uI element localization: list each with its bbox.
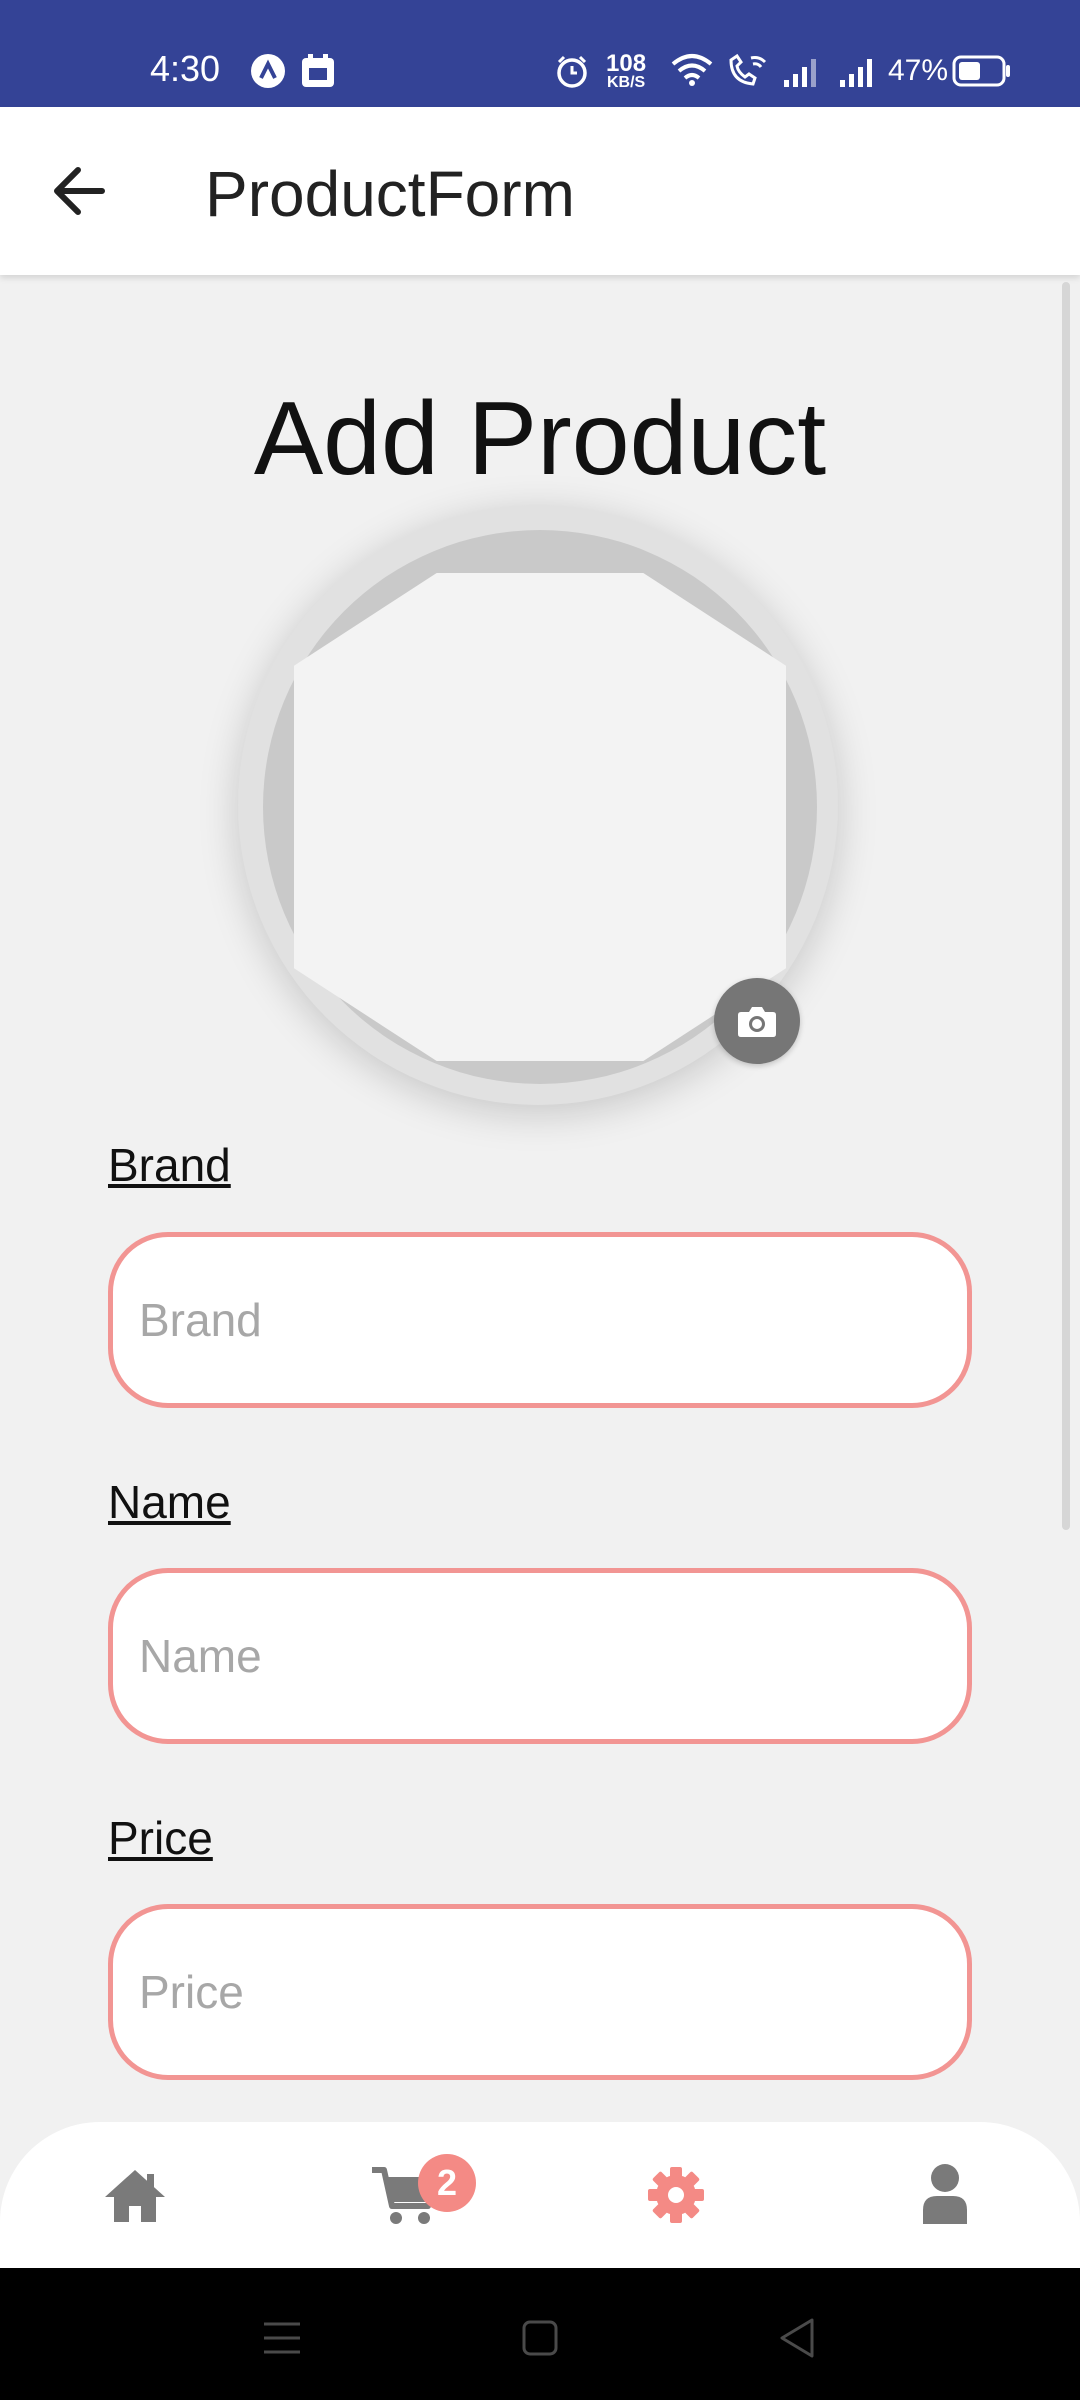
battery-percent: 47% xyxy=(888,54,949,87)
gear-icon xyxy=(648,2167,704,2223)
name-label: Name xyxy=(108,1476,231,1528)
name-input[interactable] xyxy=(108,1568,972,1744)
camera-button[interactable] xyxy=(714,978,800,1064)
signal-1-icon xyxy=(784,59,816,87)
cart-badge: 2 xyxy=(418,2154,476,2212)
calendar-notification-icon xyxy=(302,54,334,87)
nav-home[interactable] xyxy=(95,2160,175,2230)
user-icon xyxy=(923,2164,967,2224)
nav-profile[interactable] xyxy=(905,2160,985,2230)
battery-icon xyxy=(952,55,1010,87)
recent-apps-button[interactable] xyxy=(252,2308,312,2368)
net-speed-unit: KB/S xyxy=(607,74,646,91)
back-triangle-icon xyxy=(780,2318,814,2358)
brand-label: Brand xyxy=(108,1139,231,1191)
arrow-left-icon xyxy=(54,167,105,215)
camera-icon xyxy=(738,1007,776,1037)
system-navigation-bar xyxy=(0,2268,1080,2400)
app-bar: ProductForm xyxy=(0,107,1080,275)
home-system-button[interactable] xyxy=(510,2308,570,2368)
brand-input[interactable] xyxy=(108,1232,972,1408)
nav-settings[interactable] xyxy=(636,2160,716,2230)
price-input[interactable] xyxy=(108,1904,972,2080)
alarm-icon xyxy=(557,55,587,88)
price-label: Price xyxy=(108,1812,213,1864)
signal-2-icon xyxy=(840,59,872,87)
menu-icon xyxy=(264,2322,300,2354)
app-notification-icon xyxy=(251,54,285,88)
app-title: ProductForm xyxy=(205,158,575,230)
status-bar: 4:30 108 KB/S 47% xyxy=(0,0,1080,107)
product-image-placeholder[interactable] xyxy=(294,573,786,1061)
home-icon xyxy=(105,2170,165,2222)
back-button[interactable] xyxy=(40,151,120,231)
home-square-icon xyxy=(522,2320,558,2356)
wifi-icon xyxy=(671,54,713,86)
wifi-calling-icon xyxy=(729,53,767,86)
page-title: Add Product xyxy=(253,381,827,497)
back-system-button[interactable] xyxy=(768,2308,828,2368)
status-time: 4:30 xyxy=(150,48,221,89)
